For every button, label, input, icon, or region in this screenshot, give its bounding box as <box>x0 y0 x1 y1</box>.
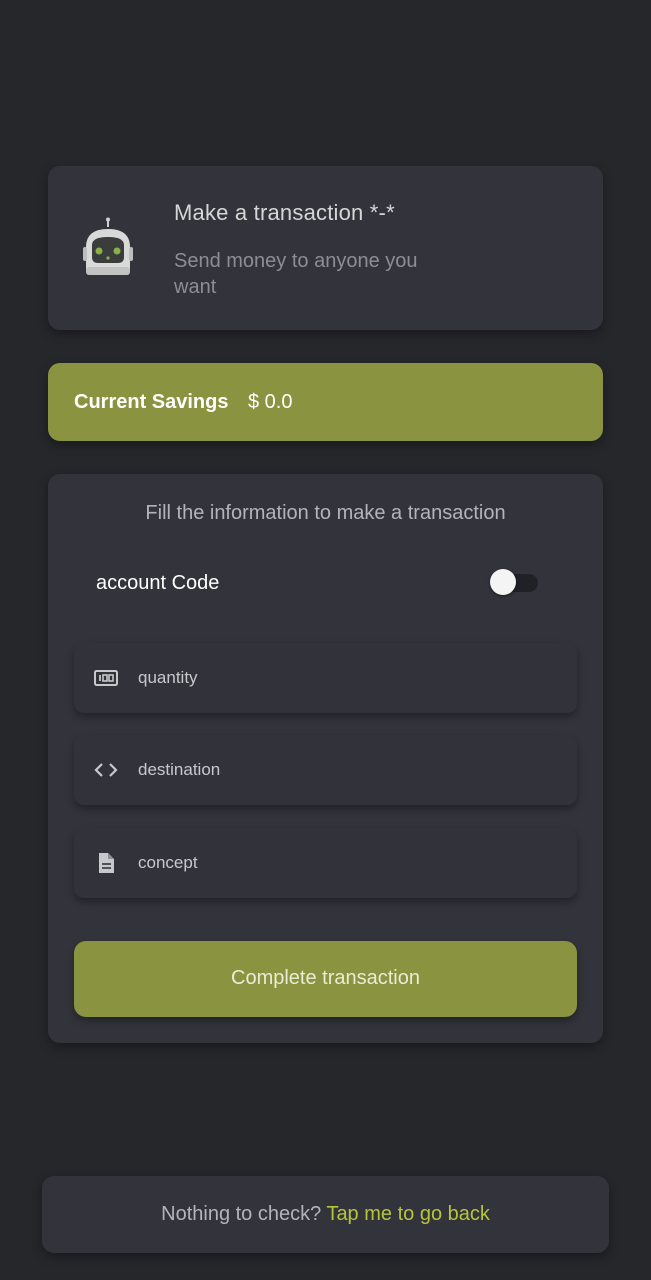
account-code-label: account Code <box>96 572 220 594</box>
page-subtitle: Send money to anyone you want <box>174 250 418 298</box>
complete-transaction-label: Complete transaction <box>231 967 420 989</box>
savings-banner: Current Savings $ 0.0 <box>48 363 603 441</box>
toggle-thumb <box>490 569 516 595</box>
savings-label: Current Savings <box>74 391 229 413</box>
savings-value: $ 0.0 <box>248 391 293 413</box>
footer-text: Nothing to check? Tap me to go back <box>42 1203 609 1226</box>
concept-field[interactable]: concept <box>74 828 577 898</box>
document-icon <box>99 853 114 873</box>
footer-prompt: Nothing to check? <box>161 1203 322 1225</box>
numeric-100-icon <box>94 670 118 686</box>
page-title: Make a transaction *-* <box>174 200 395 225</box>
form-title: Fill the information to make a transacti… <box>145 502 506 524</box>
destination-placeholder: destination <box>138 760 221 779</box>
transaction-form: Fill the information to make a transacti… <box>48 474 603 1043</box>
destination-field[interactable]: destination <box>74 735 577 805</box>
concept-placeholder: concept <box>138 853 198 872</box>
go-back-link[interactable]: Tap me to go back <box>326 1203 489 1225</box>
go-back-card[interactable]: Nothing to check? Tap me to go back <box>42 1176 609 1253</box>
quantity-placeholder: quantity <box>138 668 198 687</box>
account-code-toggle[interactable] <box>490 569 538 595</box>
quantity-field[interactable]: quantity <box>74 643 577 713</box>
complete-transaction-button[interactable]: Complete transaction <box>74 941 577 1017</box>
robot-icon <box>83 217 133 275</box>
code-brackets-icon <box>94 763 118 777</box>
